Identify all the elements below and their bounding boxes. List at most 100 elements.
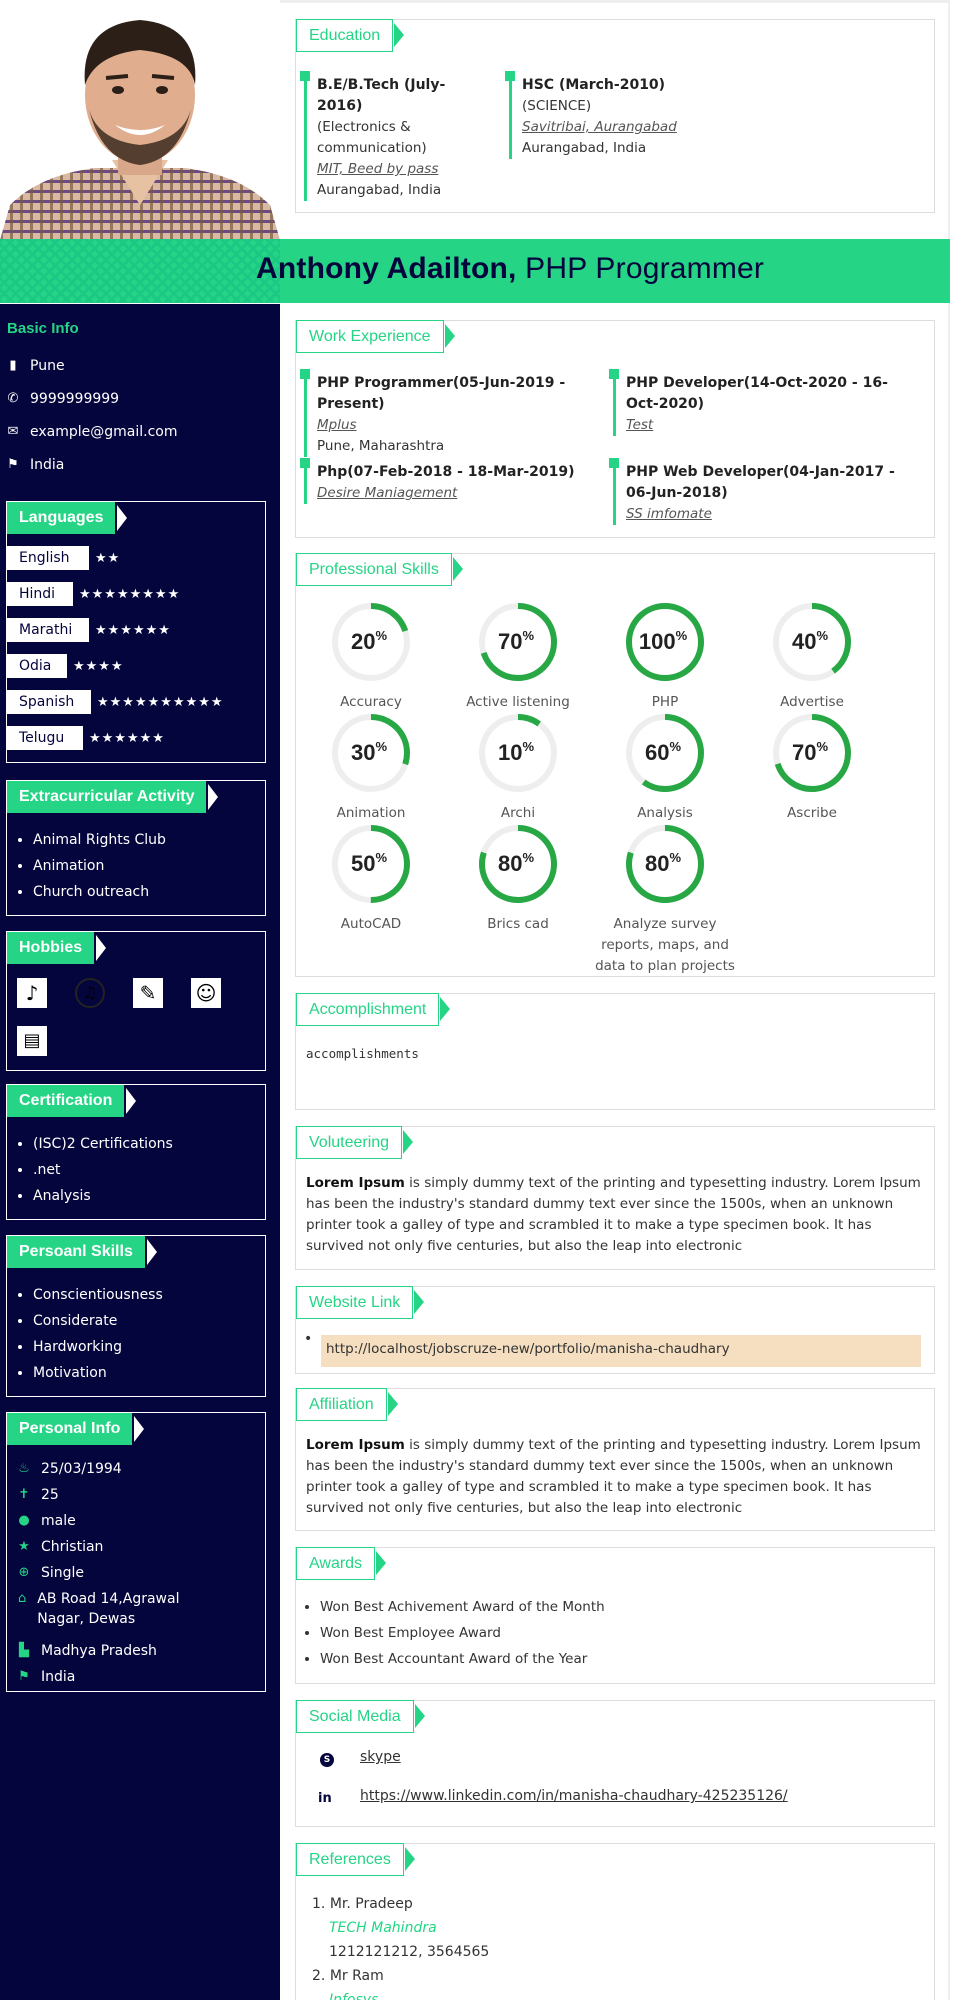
skill-value: 30% (351, 739, 387, 765)
affiliation-title: Affiliation (296, 1388, 398, 1421)
avatar-illustration (0, 0, 280, 240)
certification-list: (ISC)2 Certifications .net Analysis (15, 1131, 173, 1209)
info-phone: ✆ 9999999999 (7, 391, 120, 407)
skill-label: AutoCAD (340, 916, 402, 932)
volunteering-title: Voluteering (296, 1126, 414, 1159)
languages-box: Languages English ★★ Hindi ★★★★★★★★ Marath… (6, 501, 266, 763)
volunteering-text: Lorem Ipsum is simply dummy text of the … (306, 1175, 921, 1254)
profile-photo (0, 0, 280, 240)
accomplishment-title: Accomplishment (296, 993, 451, 1026)
person-icon: ✝ (18, 1487, 30, 1502)
candidate-name: Anthony Adailton, PHP Programmer (256, 252, 765, 285)
info-dob: ♨ 25/03/1994 (18, 1461, 122, 1477)
list-item: Considerate (33, 1308, 163, 1334)
reference-item: 1. Mr. Pradeep TECH Mahindra 1212121212,… (312, 1896, 490, 2000)
website-link-section: Website Link • http://localhost/jobscruz… (295, 1286, 935, 1374)
education-section: Education B.E/B.Tech (July-2016) (Electr… (295, 19, 935, 213)
work-item: Php(07-Feb-2018 - 18-Mar-2019) Desire Ma… (300, 458, 594, 504)
skill-ring: 40% (773, 603, 851, 681)
skill-label: Ascribe (787, 805, 837, 821)
cake-icon: ♨ (18, 1461, 30, 1476)
skill-value: 80% (498, 850, 534, 876)
professional-skills-title: Professional Skills (296, 553, 463, 586)
language-row: Spanish ★★★★★★★★★★ (7, 690, 224, 714)
list-item: Motivation (33, 1360, 163, 1386)
personal-info-box: Personal Info ♨ 25/03/1994 ✝ 25 ● male ★ Chr… (6, 1412, 266, 1692)
company-link[interactable]: Test (626, 417, 653, 433)
list-item: .net (33, 1157, 173, 1183)
skill-label: Accuracy (340, 694, 402, 710)
list-item: Church outreach (33, 879, 166, 905)
skill-value: 50% (351, 850, 387, 876)
flag-icon: ⚑ (7, 457, 19, 472)
skill-label: Active listening (466, 694, 570, 710)
info-gender: ● male (18, 1513, 76, 1529)
work-item: PHP Developer(14-Oct-2020 - 16-Oct-2020)… (609, 369, 913, 436)
skill-value: 40% (792, 628, 828, 654)
company-link[interactable]: SS imfomate (626, 506, 712, 522)
skill-value: 60% (645, 739, 681, 765)
education-title: Education (296, 19, 405, 52)
social-media-title: Social Media (296, 1700, 425, 1733)
skill-item: 20% Accuracy (301, 600, 441, 713)
awards-title: Awards (296, 1547, 387, 1580)
rating-stars: ★★★★★★ (89, 730, 165, 746)
list-item: Conscientiousness (33, 1282, 163, 1308)
awards-list: Won Best Achivement Award of the Month W… (304, 1594, 605, 1672)
affiliation-section: Affiliation Lorem Ipsum is simply dummy … (295, 1388, 935, 1531)
accomplishment-text: accomplishments (306, 1046, 419, 1061)
rating-stars: ★★ (95, 550, 121, 566)
company-link[interactable]: Mplus (317, 417, 357, 433)
skype-link[interactable]: skype (360, 1749, 401, 1765)
list-item: Animation (33, 853, 166, 879)
globe-icon: ⊕ (18, 1565, 30, 1580)
list-item: Won Best Employee Award (320, 1620, 605, 1646)
skill-ring: 70% (479, 603, 557, 681)
skill-value: 100% (639, 628, 688, 654)
website-url[interactable]: http://localhost/jobscruze-new/portfolio… (321, 1335, 921, 1367)
language-row: Hindi ★★★★★★★★ (7, 582, 180, 606)
phone-icon: ✆ (7, 391, 19, 406)
info-address: ⌂ AB Road 14,Agrawal Nagar, Dewas (18, 1591, 180, 1627)
skill-value: 80% (645, 850, 681, 876)
affiliation-text: Lorem Ipsum is simply dummy text of the … (306, 1437, 921, 1516)
skill-ring: 100% (626, 603, 704, 681)
extracurricular-list: Animal Rights Club Animation Church outr… (15, 827, 166, 905)
school-link[interactable]: Savitribai, Aurangabad (522, 119, 677, 135)
professional-skills-section: Professional Skills 20% Accuracy 70% Active… (295, 553, 935, 977)
guitar-icon: ♪ (17, 978, 47, 1008)
info-religion: ★ Christian (18, 1539, 104, 1555)
music-icon: ♫ (75, 978, 105, 1008)
skill-label: Analyze survey reports, maps, and data t… (595, 916, 735, 974)
book-icon: ▤ (17, 1026, 47, 1056)
skill-value: 10% (498, 739, 534, 765)
social-media-section: Social Media S skype in https://www.link… (295, 1700, 935, 1827)
skill-item: 100% PHP (595, 600, 735, 713)
hobbies-title: Hobbies (7, 932, 107, 964)
skill-ring: 80% (479, 825, 557, 903)
skill-item: 30% Animation (301, 711, 441, 824)
info-country: ⚑ India (7, 457, 65, 473)
certification-title: Certification (7, 1085, 137, 1117)
skill-item: 40% Advertise (742, 600, 882, 713)
skill-item: 70% Active listening (448, 600, 588, 713)
company-link[interactable]: Desire Maniagement (317, 485, 457, 501)
personal-skills-title: Persoanl Skills (7, 1236, 157, 1268)
list-item: Analysis (33, 1183, 173, 1209)
skill-ring: 70% (773, 714, 851, 792)
personal-skills-list: Conscientiousness Considerate Hardworkin… (15, 1282, 163, 1386)
skill-item: 10% Archi (448, 711, 588, 824)
certification-box: Certification (ISC)2 Certifications .net… (6, 1084, 266, 1220)
work-item: PHP Web Developer(04-Jan-2017 - 06-Jun-2… (609, 458, 913, 525)
user-icon: ● (18, 1513, 30, 1528)
skill-label: PHP (651, 694, 679, 710)
hobbies-box: Hobbies ♪ ♫ ✎ ☺ ▤ (6, 931, 266, 1071)
list-item: (ISC)2 Certifications (33, 1131, 173, 1157)
envelope-icon: ✉ (7, 424, 19, 439)
language-row: Marathi ★★★★★★ (7, 618, 171, 642)
linkedin-link[interactable]: https://www.linkedin.com/in/manisha-chau… (360, 1788, 788, 1804)
skill-item: 70% Ascribe (742, 711, 882, 824)
school-link[interactable]: MIT, Beed by pass (317, 161, 438, 177)
list-item: Won Best Accountant Award of the Year (320, 1646, 605, 1672)
skill-ring: 50% (332, 825, 410, 903)
